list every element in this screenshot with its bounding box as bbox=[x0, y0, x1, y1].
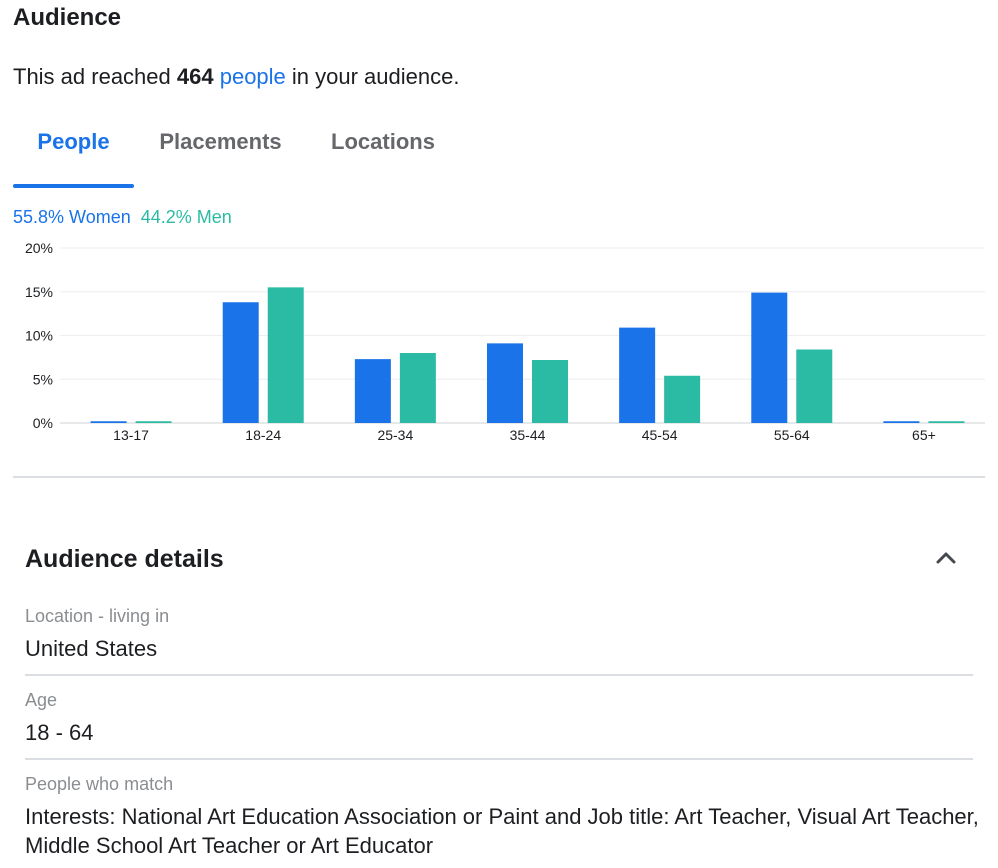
tab-people[interactable]: People bbox=[13, 120, 134, 188]
reach-suffix: in your audience. bbox=[285, 64, 460, 89]
reach-count: 464 bbox=[176, 64, 214, 89]
y-tick-label: 10% bbox=[25, 328, 53, 344]
field-divider bbox=[25, 758, 973, 760]
location-value: United States bbox=[25, 636, 158, 661]
x-tick-label: 25-34 bbox=[377, 427, 413, 443]
x-tick-label: 13-17 bbox=[113, 427, 149, 443]
age-value: 18 - 64 bbox=[25, 720, 94, 745]
section-divider bbox=[13, 476, 985, 478]
field-divider bbox=[25, 674, 973, 676]
page-title: Audience bbox=[13, 4, 122, 31]
match-label: People who match bbox=[25, 774, 174, 794]
chevron-up-icon[interactable] bbox=[932, 544, 960, 572]
bar-men-45-54[interactable] bbox=[664, 375, 701, 423]
bar-men-35-44[interactable] bbox=[532, 360, 568, 423]
match-value: Interests: National Art Education Associ… bbox=[25, 804, 979, 858]
audience-details-title: Audience details bbox=[25, 545, 224, 573]
bar-men-13-17[interactable] bbox=[135, 421, 172, 423]
bar-women-35-44[interactable] bbox=[487, 343, 523, 423]
age-label: Age bbox=[25, 690, 58, 710]
tab-placements[interactable]: Placements bbox=[153, 120, 288, 188]
location-label: Location - living in bbox=[25, 606, 170, 626]
x-tick-label: 35-44 bbox=[510, 427, 546, 443]
men-percentage: 44.2% Men bbox=[140, 207, 232, 227]
bar-men-55-64[interactable] bbox=[796, 349, 833, 424]
bar-women-45-54[interactable] bbox=[619, 327, 656, 423]
age-gender-chart: 0% 5% 10% 15% 20% 13-17 18-24 25-34 35-44 45-54 55… bbox=[25, 240, 985, 443]
x-tick-label: 65+ bbox=[912, 427, 936, 443]
bar-women-18-24[interactable] bbox=[222, 302, 259, 423]
bar-men-65+[interactable] bbox=[928, 421, 965, 423]
gender-breakdown: 55.8% Women 44.2% Men bbox=[13, 207, 232, 228]
bar-women-13-17[interactable] bbox=[90, 421, 127, 423]
bar-men-25-34[interactable] bbox=[399, 353, 436, 423]
bar-women-65+[interactable] bbox=[883, 421, 920, 423]
y-tick-label: 0% bbox=[33, 415, 53, 431]
audience-tabs: People Placements Locations bbox=[13, 120, 493, 188]
bar-women-25-34[interactable] bbox=[354, 359, 391, 423]
reach-summary: This ad reached 464 people in your audie… bbox=[13, 64, 459, 90]
x-tick-label: 18-24 bbox=[245, 427, 281, 443]
y-tick-label: 15% bbox=[25, 284, 53, 300]
women-percentage: 55.8% Women bbox=[13, 207, 131, 227]
x-tick-label: 45-54 bbox=[642, 427, 678, 443]
y-tick-label: 5% bbox=[33, 371, 53, 387]
tab-locations[interactable]: Locations bbox=[323, 120, 443, 188]
people-link[interactable]: people bbox=[220, 64, 286, 89]
x-tick-label: 55-64 bbox=[774, 427, 810, 443]
reach-prefix: This ad reached bbox=[13, 64, 177, 89]
bar-men-18-24[interactable] bbox=[267, 287, 304, 423]
bar-women-55-64[interactable] bbox=[751, 292, 788, 423]
y-tick-label: 20% bbox=[25, 240, 53, 256]
